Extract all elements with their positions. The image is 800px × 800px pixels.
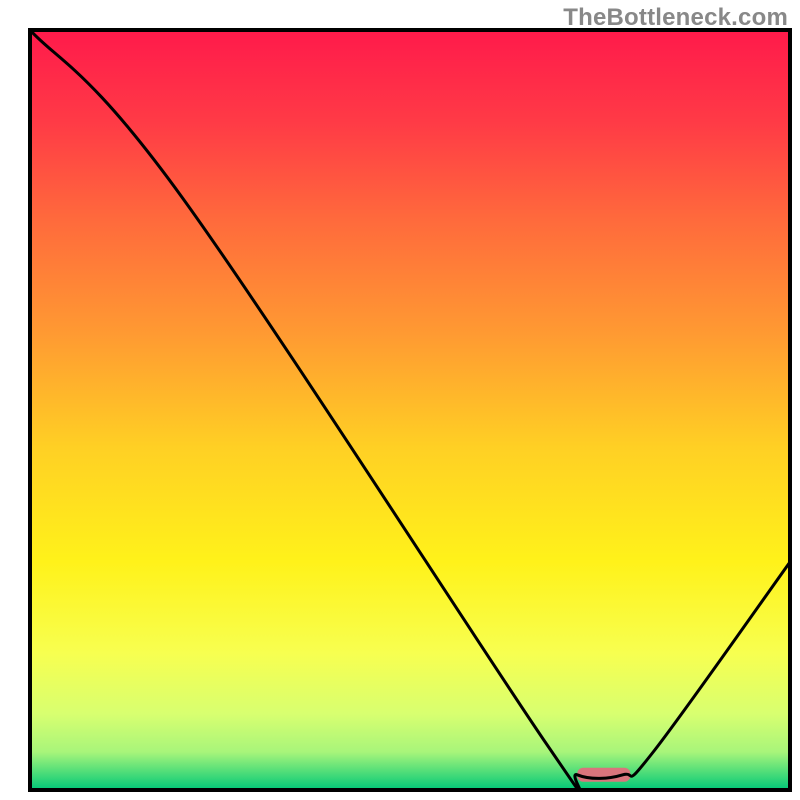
chart-svg [0,0,800,800]
chart-background [30,30,790,790]
chart-container: TheBottleneck.com [0,0,800,800]
